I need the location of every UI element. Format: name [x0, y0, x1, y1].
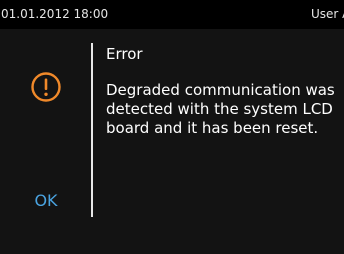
exclamation-circle-icon: [31, 72, 61, 102]
status-bar: 01.01.2012 18:00 User A: [0, 0, 344, 29]
status-user: User A: [311, 7, 344, 21]
status-datetime: 01.01.2012 18:00: [1, 7, 109, 21]
error-dialog: OK Error Degraded communication was dete…: [0, 29, 344, 254]
dialog-title: Error: [106, 45, 143, 63]
divider: [91, 43, 93, 217]
ok-button[interactable]: OK: [28, 186, 64, 216]
dialog-message: Degraded communication was detected with…: [106, 81, 335, 137]
